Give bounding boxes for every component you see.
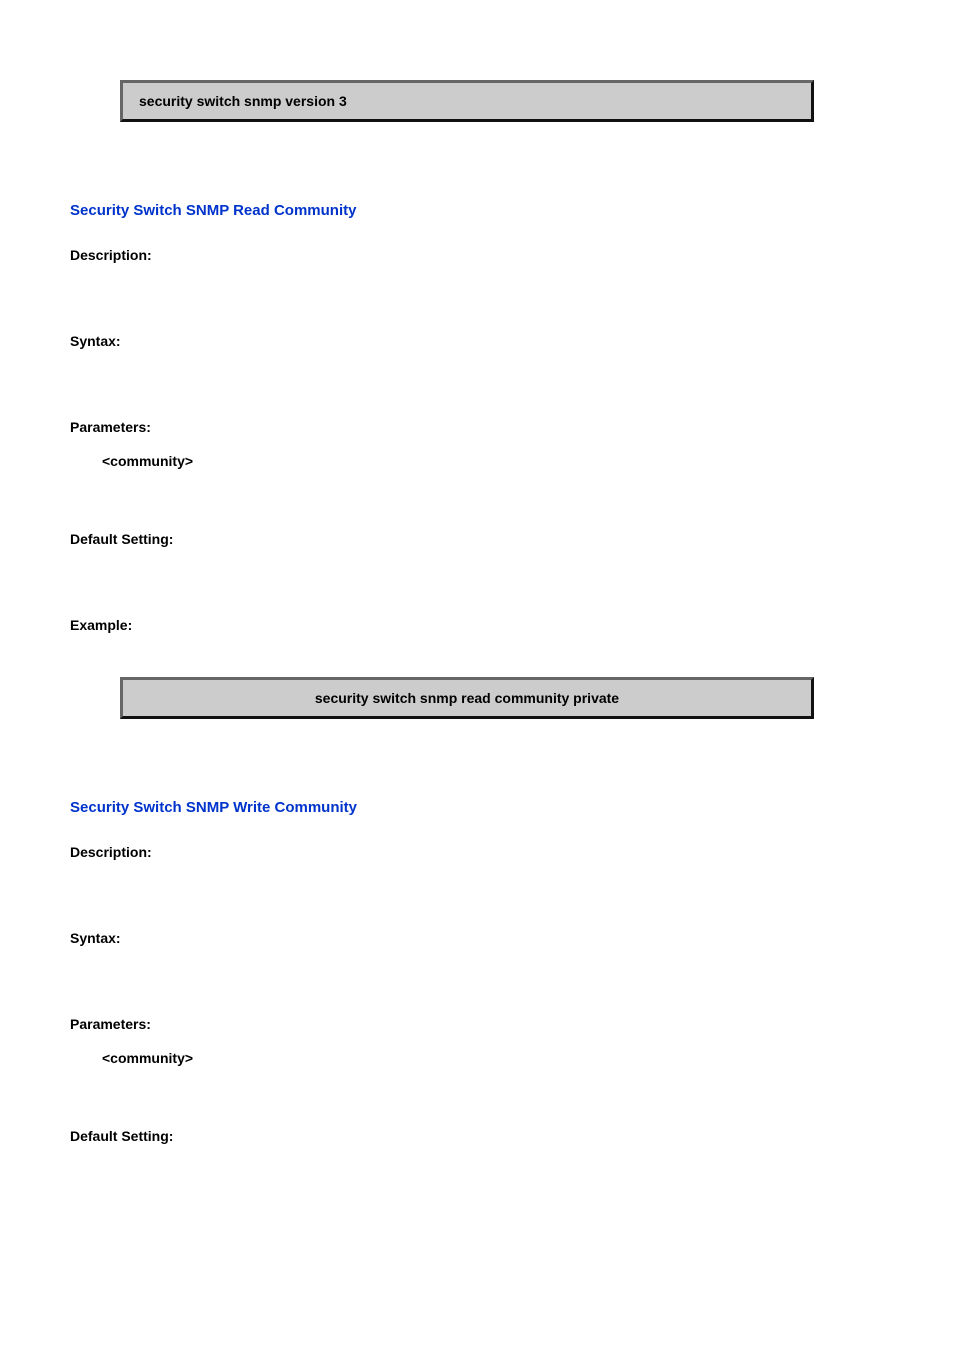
parameters-label: Parameters: [70,1016,884,1032]
description-label: Description: [70,844,884,860]
parameter-community: <community> [102,453,884,469]
section-write-community: Security Switch SNMP Write Community Des… [70,799,884,1144]
section-title: Security Switch SNMP Write Community [70,799,884,816]
syntax-label: Syntax: [70,333,884,349]
command-text: security switch snmp version 3 [139,93,347,109]
parameters-label: Parameters: [70,419,884,435]
default-setting-label: Default Setting: [70,1128,884,1144]
command-box-version: security switch snmp version 3 [120,80,814,122]
command-box-read-community: security switch snmp read community priv… [120,677,814,719]
section-title: Security Switch SNMP Read Community [70,202,884,219]
default-setting-label: Default Setting: [70,531,884,547]
command-text: security switch snmp read community priv… [315,690,619,706]
description-label: Description: [70,247,884,263]
section-read-community: Security Switch SNMP Read Community Desc… [70,202,884,719]
syntax-label: Syntax: [70,930,884,946]
example-label: Example: [70,617,884,633]
parameter-community: <community> [102,1050,884,1066]
